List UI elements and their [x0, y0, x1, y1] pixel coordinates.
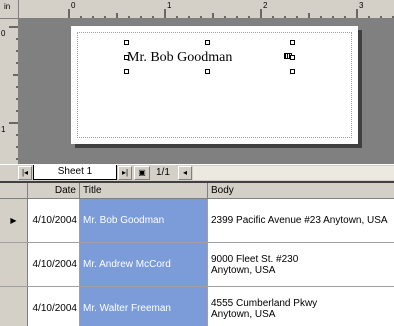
row-selector[interactable]: ▶: [0, 199, 28, 242]
current-row-arrow-icon: ▶: [10, 216, 17, 225]
scroll-left-button[interactable]: ◂: [178, 166, 192, 180]
body-cell[interactable]: 4555 Cumberland Pkwy Anytown, USA: [208, 287, 394, 326]
horizontal-ruler-ticks: 0 1 2 3: [68, 1, 394, 18]
body-line-1: 4555 Cumberland Pkwy: [211, 297, 318, 309]
column-header-date[interactable]: Date: [28, 183, 80, 199]
add-sheet-icon[interactable]: ▣: [134, 166, 150, 180]
label-page[interactable]: Mr. Bob Goodman: [71, 26, 358, 144]
resize-handle-top-left[interactable]: [124, 40, 129, 45]
body-cell[interactable]: 2399 Pacific Avenue #23 Anytown, USA: [208, 199, 394, 242]
title-cell[interactable]: Mr. Walter Freeman: [80, 287, 208, 326]
resize-handle-right[interactable]: [290, 55, 295, 60]
resize-handle-top-right[interactable]: [290, 40, 295, 45]
ruler-number: 0: [1, 29, 6, 38]
date-cell[interactable]: 4/10/2004: [28, 199, 80, 242]
page-count: 1/1: [156, 167, 170, 178]
title-cell[interactable]: Mr. Bob Goodman: [80, 199, 208, 242]
ruler-unit-label: in: [4, 2, 11, 11]
row-selector-header[interactable]: [0, 183, 28, 199]
resize-handle-top[interactable]: [205, 40, 210, 45]
records-grid: Date Title Body ▶ 4/10/2004 Mr. Bob Good…: [0, 181, 394, 326]
first-sheet-button[interactable]: |◂: [18, 166, 32, 180]
body-line-2: Anytown, USA: [211, 264, 276, 276]
resize-handle-left[interactable]: [124, 55, 129, 60]
body-line-1: 9000 Fleet St. #230: [211, 253, 299, 265]
ruler-number: 1: [167, 1, 172, 10]
row-selector[interactable]: [0, 287, 28, 326]
body-line-2: Anytown, USA: [211, 308, 276, 320]
date-cell[interactable]: 4/10/2004: [28, 287, 80, 326]
ruler-number: 0: [71, 1, 76, 10]
printable-area-border: [77, 32, 352, 138]
title-cell[interactable]: Mr. Andrew McCord: [80, 243, 208, 286]
body-cell[interactable]: 9000 Fleet St. #230 Anytown, USA: [208, 243, 394, 286]
ruler-number: 2: [263, 1, 268, 10]
name-text-value: Mr. Bob Goodman: [127, 50, 233, 65]
grid-header: Date Title Body: [0, 183, 394, 199]
column-header-body[interactable]: Body: [208, 183, 394, 199]
resize-handle-bottom[interactable]: [205, 69, 210, 74]
ruler-number: 1: [1, 125, 6, 134]
table-row[interactable]: 4/10/2004 Mr. Walter Freeman 4555 Cumber…: [0, 287, 394, 326]
date-cell[interactable]: 4/10/2004: [28, 243, 80, 286]
sheet-tab-bar: |◂ Sheet 1 ▸| ▣ 1/1 ◂: [0, 164, 394, 181]
table-row[interactable]: ▶ 4/10/2004 Mr. Bob Goodman 2399 Pacific…: [0, 199, 394, 243]
column-header-title[interactable]: Title: [80, 183, 208, 199]
ruler-unit-corner: in: [0, 0, 19, 19]
name-text-field[interactable]: Mr. Bob Goodman: [127, 50, 253, 66]
row-selector[interactable]: [0, 243, 28, 286]
label-designer: in 0123 01 Mr. Bob Goodman: [0, 0, 394, 181]
horizontal-ruler: 0 1 2 3: [19, 0, 394, 19]
resize-handle-bottom-right[interactable]: [290, 69, 295, 74]
vertical-ruler: 01: [0, 19, 19, 164]
last-sheet-button[interactable]: ▸|: [118, 166, 132, 180]
design-canvas[interactable]: Mr. Bob Goodman: [19, 19, 394, 164]
vertical-ruler-ticks: 01: [1, 26, 18, 160]
ruler-number: 3: [359, 1, 364, 10]
tab-sheet-1[interactable]: Sheet 1: [33, 165, 117, 180]
resize-handle-bottom-left[interactable]: [124, 69, 129, 74]
body-line-1: 2399 Pacific Avenue #23 Anytown, USA: [211, 215, 388, 226]
table-row[interactable]: 4/10/2004 Mr. Andrew McCord 9000 Fleet S…: [0, 243, 394, 287]
horizontal-scrollbar[interactable]: [193, 166, 394, 180]
